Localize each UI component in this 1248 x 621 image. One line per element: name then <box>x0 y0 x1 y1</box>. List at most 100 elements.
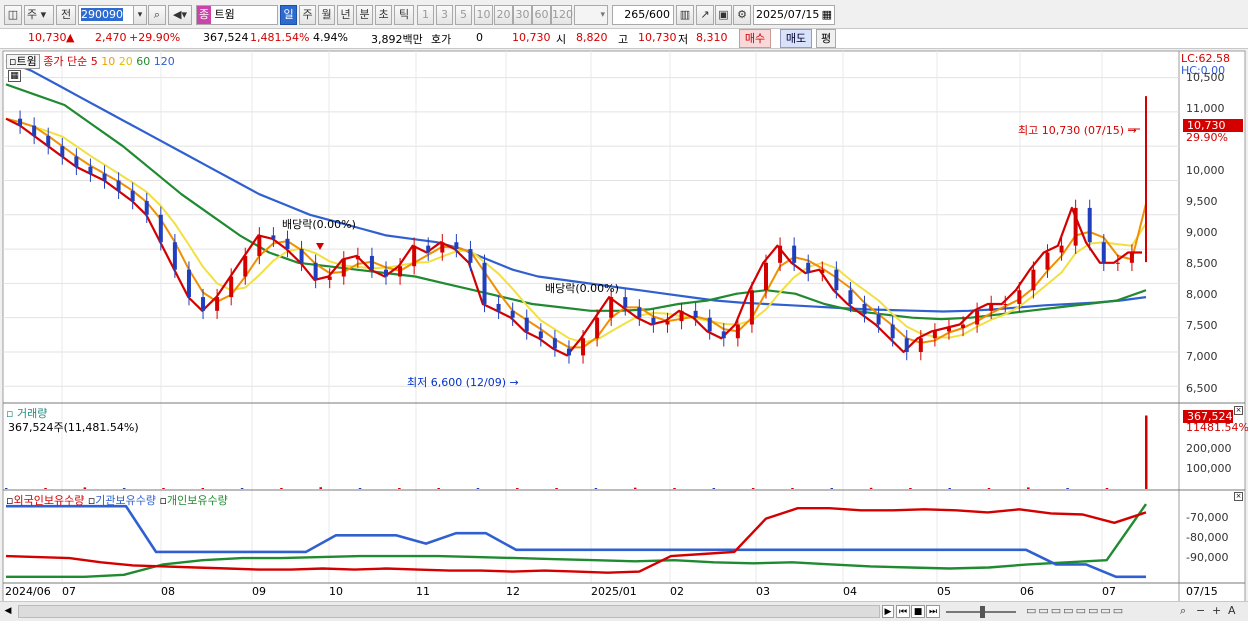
volume-bar <box>1105 488 1109 489</box>
candle-body <box>806 262 811 274</box>
candle-body <box>510 310 515 318</box>
high-annotation: 최고 10,730 (07/15) → <box>1018 124 1137 137</box>
candle-body <box>792 245 797 263</box>
candle-body <box>862 303 867 315</box>
x-tick: 10 <box>329 585 343 598</box>
scroll-track[interactable] <box>18 605 880 618</box>
volume-bar <box>398 488 401 489</box>
volume-bar <box>319 487 322 489</box>
volume-bar <box>751 488 755 489</box>
candle-body <box>918 338 923 352</box>
zoom-search-icon[interactable]: ⌕ <box>1180 604 1186 618</box>
scroll-right-icon[interactable]: ▶ <box>882 605 894 618</box>
candle-body <box>693 310 698 318</box>
candle-body <box>412 245 417 267</box>
view-mode-icons[interactable]: ▭▭▭▭▭▭▭▭ <box>1026 604 1125 617</box>
candle-body <box>1003 303 1008 305</box>
institution-legend: 기관보유수량 <box>95 494 157 507</box>
chart-window: ◫ 주 ▾ 전 290090 ▾ ⌕ ◀▾ 종 트윔 일 주 월 년 분 초 틱… <box>0 0 1248 621</box>
bottom-scrollbar[interactable]: ◀ ▶ ⏮ ■ ⏭ ▭▭▭▭▭▭▭▭ ⌕ − + A <box>0 601 1248 621</box>
volume-bar <box>5 488 8 489</box>
candle-body <box>144 201 149 215</box>
candle-body <box>172 242 177 270</box>
high-note: 최고 10,730 (07/15) <box>1018 124 1125 137</box>
candle-body <box>369 255 374 270</box>
y-tick: 10,000 <box>1186 164 1225 177</box>
candle-body <box>1087 207 1092 243</box>
candle-body <box>975 310 980 325</box>
x-tick: 02 <box>670 585 684 598</box>
stop-icon[interactable]: ■ <box>911 605 925 618</box>
x-tick: 03 <box>756 585 770 598</box>
ma20-label: 20 <box>118 55 133 68</box>
candle-body <box>1031 269 1036 291</box>
volume-bar <box>358 488 362 489</box>
candle-body <box>243 255 248 277</box>
zoom-out-icon[interactable]: − <box>1196 604 1205 617</box>
candle-body <box>707 317 712 332</box>
vol-y-tick: 200,000 <box>1186 442 1232 455</box>
candle-body <box>552 338 557 349</box>
ma10-label: 10 <box>101 55 116 68</box>
volume-bar <box>83 487 87 489</box>
volume-bar <box>240 488 244 489</box>
y-tick: 11,000 <box>1186 102 1225 115</box>
y-tick: 10,500 <box>1186 71 1225 84</box>
candle-body <box>623 297 628 308</box>
y-tick: 7,500 <box>1186 319 1218 332</box>
candle-body <box>327 276 332 280</box>
candle-body <box>566 348 571 356</box>
candle-body <box>18 118 23 126</box>
stock-tag[interactable]: ▫트윔 <box>6 54 40 69</box>
volume-bar <box>122 488 126 489</box>
font-size-icon[interactable]: A <box>1228 604 1236 617</box>
ma120-label: 120 <box>153 55 175 68</box>
candle-body <box>454 242 459 250</box>
table-grid-icon[interactable]: ▦ <box>8 70 21 82</box>
volume-bar <box>909 488 912 489</box>
volume-last-pct: 11481.54% <box>1186 421 1248 434</box>
volume-bar <box>516 488 519 489</box>
candle-body <box>271 235 276 239</box>
candle-body <box>609 297 614 318</box>
candle-body <box>158 214 163 243</box>
candle-body <box>186 269 191 298</box>
candle-body <box>74 156 79 167</box>
candle-body <box>848 290 853 304</box>
candle-body <box>32 125 37 136</box>
x-last-date: 07/15 <box>1186 585 1218 598</box>
candle-body <box>130 190 135 202</box>
main-chart[interactable] <box>0 0 1248 602</box>
volume-bar <box>1145 415 1148 489</box>
candle-body <box>904 338 909 352</box>
candle-body <box>581 338 586 356</box>
candle-body <box>989 303 994 311</box>
candle-body <box>426 245 431 253</box>
rewind-icon[interactable]: ⏮ <box>896 605 910 618</box>
scroll-left-icon[interactable]: ◀ <box>2 605 14 618</box>
x-tick: 2025/01 <box>591 585 637 598</box>
candle-body <box>834 269 839 291</box>
x-tick: 07 <box>62 585 76 598</box>
volume-bar <box>987 488 991 489</box>
stock-tag-name: 트윔 <box>16 55 37 68</box>
volume-bar <box>712 488 716 489</box>
y-tick: 8,500 <box>1186 257 1218 270</box>
foreign-legend: 외국인보유수량 <box>13 494 85 507</box>
candle-body <box>313 262 318 280</box>
forward-icon[interactable]: ⏭ <box>926 605 940 618</box>
holding-y-tick: -70,000 <box>1186 511 1229 524</box>
y-tick: 7,000 <box>1186 350 1218 363</box>
volume-close-icon[interactable]: × <box>1234 406 1243 415</box>
vol-y-tick: 100,000 <box>1186 462 1232 475</box>
y-tick: 8,000 <box>1186 288 1218 301</box>
x-tick: 09 <box>252 585 266 598</box>
zoom-in-icon[interactable]: + <box>1212 604 1221 617</box>
candle-body <box>341 259 346 277</box>
holding-close-icon[interactable]: × <box>1234 492 1243 501</box>
volume-bar <box>830 488 834 489</box>
candle-body <box>88 166 93 174</box>
x-tick: 12 <box>506 585 520 598</box>
zoom-slider-handle[interactable] <box>980 606 985 618</box>
candle-body <box>961 324 966 328</box>
